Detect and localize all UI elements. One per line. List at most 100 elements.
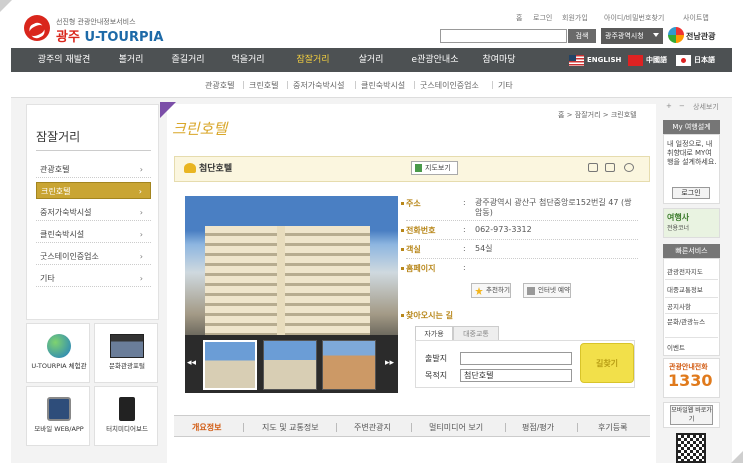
page-curl [0,0,12,12]
subnav-item-budget[interactable]: 중저가숙박시설 [293,80,345,91]
util-login[interactable]: 로그인 [533,13,552,23]
subnav-item-tourist-hotel[interactable]: 관광호텔 [205,80,234,91]
banner-mobile-app[interactable]: 모바일 WEB/APP [26,386,90,446]
map-view-label: 지도보기 [425,164,451,172]
mobile-web-button[interactable]: 모바일웹 바로가기 [670,405,713,425]
tab-multimedia[interactable]: 멀티미디어 보기 [429,422,483,433]
nav-item-activities[interactable]: 즐길거리 [163,48,213,72]
map-view-button[interactable]: 지도보기 [411,161,458,175]
lang-chinese[interactable]: 中國語 [628,54,667,67]
nav-item-participate[interactable]: 참여마당 [471,48,527,72]
from-input[interactable] [460,352,572,365]
quick-service-title: 빠른서비스 [663,244,720,258]
quick-divider [665,297,718,298]
subnav-item-clean-hotel[interactable]: 크린호텔 [249,80,278,91]
search-button[interactable]: 검색 [568,29,596,43]
tab-divider [505,423,506,432]
to-input[interactable] [460,369,572,382]
text-size-increase[interactable]: + [666,102,672,110]
thumbnail-3[interactable] [322,340,376,390]
sidebar-item-label: 기타 [40,274,55,283]
banner-label: U-TOURPIA 체험관 [31,362,87,370]
thumbnail-2[interactable] [263,340,317,390]
monitor-icon [110,334,144,358]
lang-english-label: ENGLISH [587,56,622,64]
sidebar-item-budget[interactable]: 중저가숙박시설 › [36,204,151,221]
quick-link-event[interactable]: 이벤트 [667,342,685,352]
logo-title[interactable]: 광주 U-TOURPIA [56,26,163,45]
quick-divider [665,279,718,280]
subnav-item-clean-lodging[interactable]: 클린숙박시설 [361,80,405,91]
tour-phone-number: 1330 [668,371,713,390]
tab-review[interactable]: 후기등록 [598,422,627,433]
quick-link-notice[interactable]: 공지사항 [667,301,691,311]
search-input[interactable] [440,29,567,43]
reserve-label: 인터넷 예약 [538,286,570,294]
address-label: 주소 [401,199,421,208]
nav-item-lodging[interactable]: 잠잘거리 [288,48,338,72]
us-flag-icon [569,55,584,66]
nav-item-rediscover[interactable]: 광주의 재발견 [29,48,99,72]
banner-culture-portal[interactable]: 문화관광포털 [94,323,158,383]
nav-item-tour-info[interactable]: e관광안내소 [399,48,471,72]
main-nav: 광주의 재발견 볼거리 즐길거리 먹을거리 잠잘거리 살거리 e관광안내소 참여… [11,48,732,72]
sidebar-item-tourist-hotel[interactable]: 관광호텔 › [36,161,151,178]
recommend-button[interactable]: 추천하기 [471,283,511,298]
jeonnam-logo-icon[interactable] [668,27,684,43]
subnav-item-goodstay[interactable]: 굿스테이인증업소 [420,80,479,91]
util-find-account[interactable]: 아이디/비밀번호찾기 [604,13,664,23]
homepage-label: 홈페이지 [400,264,436,273]
util-join[interactable]: 회원가입 [562,13,588,23]
logo-mark[interactable] [24,15,50,41]
sidebar-title: 잠잘거리 [36,130,81,144]
quick-link-transit[interactable]: 대중교통정보 [667,284,703,294]
tab-public-transit[interactable]: 대중교통 [453,326,499,341]
hotel-icon [184,163,196,173]
lang-english[interactable]: ENGLISH [569,54,621,67]
tab-car[interactable]: 자가용 [415,326,453,341]
mobile-device-icon [47,397,71,421]
sidebar-item-clean-lodging[interactable]: 클린숙박시설 › [36,226,151,243]
quick-link-emap[interactable]: 관광전자지도 [667,266,703,276]
sidebar-item-clean-hotel[interactable]: 크린호텔 › [36,182,151,199]
sidebar-item-label: 관광호텔 [40,165,70,174]
find-route-button[interactable]: 길찾기 [580,343,634,383]
chevron-right-icon: › [139,252,143,261]
util-home[interactable]: 홈 [516,13,522,23]
lang-japanese[interactable]: 日本語 [676,54,715,67]
china-flag-icon [628,55,643,66]
subnav-item-etc[interactable]: 기타 [498,80,513,91]
address-value: 광주광역시 광산구 첨단중앙로152번길 47 (쌍암동) [475,198,632,217]
tab-overview[interactable]: 개요정보 [192,422,221,433]
phone-label: 전화번호 [400,226,436,235]
hotel-building-image [205,226,370,335]
reserve-button[interactable]: 인터넷 예약 [523,283,571,298]
thumbnail-1[interactable] [203,340,257,390]
jeonnam-link[interactable]: 전남관광 [686,31,715,42]
thumb-prev-icon[interactable]: ◂◂ [187,358,196,368]
tab-divider [411,423,412,432]
lang-japanese-label: 日本語 [694,56,715,64]
nav-item-food[interactable]: 먹을거리 [223,48,273,72]
banner-touch-board[interactable]: 터치미디어보드 [94,386,158,446]
print-icon[interactable] [605,163,615,172]
nav-item-shopping[interactable]: 살거리 [349,48,393,72]
email-icon[interactable] [588,163,598,172]
detail-colon: : [463,198,466,207]
util-sitemap[interactable]: 사이트맵 [683,13,709,23]
tab-rating[interactable]: 평점/평가 [522,422,554,433]
detail-view-link[interactable]: 상세보기 [693,102,719,112]
sidebar-item-goodstay[interactable]: 굿스테이인증업소 › [36,248,151,265]
banner-label: 문화관광포털 [109,362,145,370]
tab-map-transport[interactable]: 지도 및 교통정보 [262,422,319,433]
nav-item-sights[interactable]: 볼거리 [109,48,153,72]
login-button[interactable]: 로그인 [672,187,710,199]
chevron-right-icon: › [139,165,143,174]
text-size-decrease[interactable]: − [679,102,685,110]
scrap-icon[interactable] [624,163,634,172]
tab-nearby[interactable]: 주변관광지 [354,422,391,433]
banner-utourpia-center[interactable]: U-TOURPIA 체험관 [26,323,90,383]
thumb-next-icon[interactable]: ▸▸ [385,358,394,368]
quick-link-news[interactable]: 문화/관광뉴스 [667,318,717,326]
sidebar-item-etc[interactable]: 기타 › [36,270,151,287]
